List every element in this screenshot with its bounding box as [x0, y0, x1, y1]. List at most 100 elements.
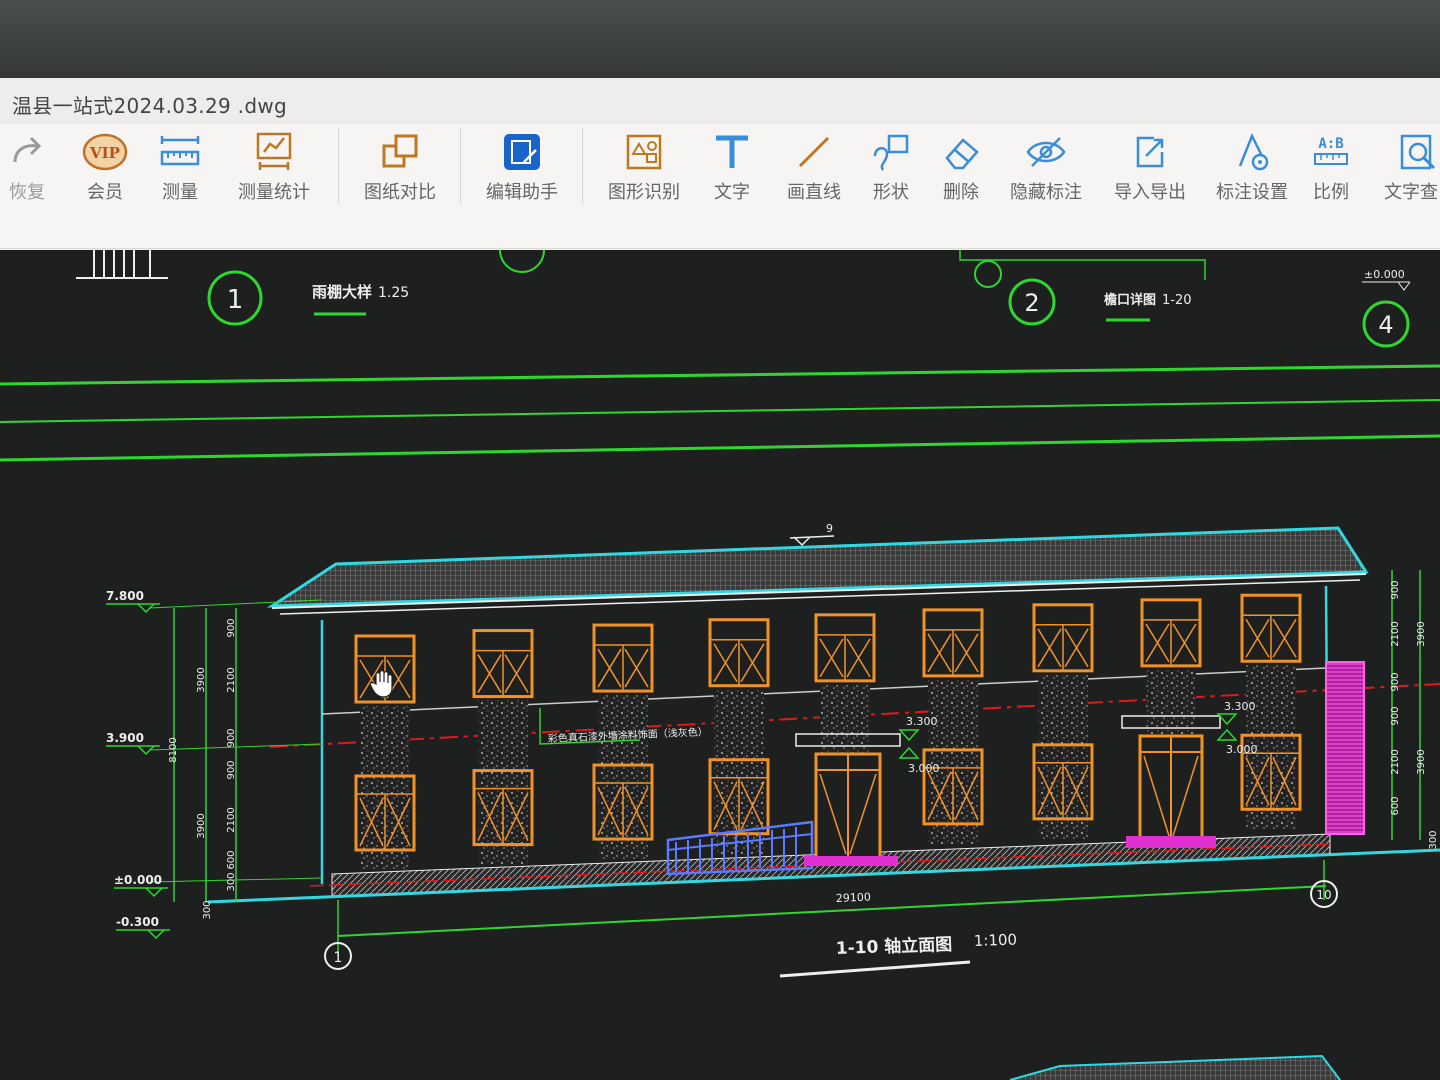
elevation-scale: 1:100	[974, 930, 1018, 949]
detail-label-4: 4 ±0.000	[1362, 268, 1411, 348]
hide-annotation-button[interactable]: 隐藏标注	[1006, 132, 1086, 204]
elevation-title-block: 1-10 轴立面图 1:100	[779, 930, 1018, 978]
toolbar: 恢复 VIP 会员 测量 测量统计 图纸对比 编辑助手 图形识别 文字 画直线 …	[0, 124, 1440, 249]
shape-recognize-icon	[626, 134, 662, 170]
import-export-button[interactable]: 导入导出	[1108, 132, 1192, 204]
upper-window	[1140, 598, 1202, 668]
shape-icon	[873, 134, 909, 171]
measure-stats-icon	[256, 132, 292, 170]
compare-label: 图纸对比	[364, 182, 436, 203]
next-drawing-edge	[1009, 1054, 1341, 1080]
level-label: ±0.000	[114, 873, 162, 887]
pan-hand-cursor	[369, 669, 393, 698]
left-dimension-label: 300	[226, 872, 237, 891]
edit-assistant-label: 编辑助手	[486, 182, 558, 203]
left-dimension-label: 900	[226, 618, 237, 637]
toolbar-separator	[338, 128, 339, 204]
redo-icon	[13, 136, 42, 163]
shape-button[interactable]: 形状	[866, 132, 916, 204]
scale-icon: A:B	[1314, 136, 1348, 165]
cad-drawing: 1 雨棚大样 1.25 2 檐口详图 1-20 4 ±0.000 9 彩色真石漆…	[0, 250, 1440, 1080]
scale-button[interactable]: A:B 比例	[1308, 132, 1354, 204]
detail-title-1: 雨棚大样	[312, 283, 372, 301]
upper-window	[1240, 593, 1302, 663]
draw-line-button[interactable]: 画直线	[782, 132, 846, 204]
detail-label-1: 1 雨棚大样 1.25	[207, 270, 409, 326]
left-dimension-label: 3900	[196, 813, 207, 838]
vip-icon: VIP	[82, 133, 128, 171]
elevation-title: 1-10 轴立面图	[835, 934, 952, 959]
hide-eye-icon	[1026, 137, 1066, 167]
text-icon	[716, 135, 748, 168]
vip-icon-text: VIP	[89, 144, 120, 162]
detail-scale-2: 1-20	[1162, 293, 1192, 308]
left-dimension-label: 2100	[226, 667, 237, 692]
text-label: 文字	[714, 182, 750, 203]
text-search-label: 文字查	[1384, 182, 1438, 203]
right-dimension-label: 2100	[1390, 621, 1401, 646]
level-label: 3.900	[106, 731, 144, 745]
inner-level-2: 3.000	[908, 762, 940, 775]
total-length: 29100	[836, 890, 872, 905]
measure-button[interactable]: 测量	[154, 132, 206, 204]
upper-window	[814, 613, 876, 683]
axis-end-label: 10	[1316, 888, 1331, 902]
right-dimension-label: 3900	[1416, 749, 1427, 774]
compare-icon	[382, 134, 418, 168]
eraser-icon	[945, 138, 979, 170]
delete-button[interactable]: 删除	[938, 132, 984, 204]
toolbar-separator	[582, 128, 583, 204]
detail-label-2: 2 檐口详图 1-20	[1008, 278, 1192, 326]
upper-window	[922, 608, 984, 678]
axis-start-label: 1	[334, 950, 343, 966]
right-dimension-label: 900	[1390, 706, 1401, 725]
file-title: 温县一站式2024.03.29 .dwg	[12, 94, 287, 118]
scale-icon-text: A:B	[1318, 136, 1343, 152]
edit-assistant-button[interactable]: 编辑助手	[480, 132, 564, 204]
left-dimension-label: 900	[226, 760, 237, 779]
title-bar: 温县一站式2024.03.29 .dwg	[0, 78, 1440, 124]
shape-label: 形状	[873, 182, 909, 203]
right-dimension-label: 2100	[1390, 749, 1401, 774]
vip-label: 会员	[87, 182, 123, 203]
annotation-settings-icon	[1238, 132, 1269, 171]
entrance-door-2	[1121, 715, 1221, 842]
text-search-button[interactable]: 文字查	[1382, 132, 1440, 204]
annotation-settings-label: 标注设置	[1216, 182, 1288, 203]
drawing-canvas[interactable]: 1 雨棚大样 1.25 2 檐口详图 1-20 4 ±0.000 9 彩色真石漆…	[0, 250, 1440, 1080]
detail-number-1: 1	[227, 285, 244, 315]
line-icon	[798, 136, 830, 168]
annotation-settings-button[interactable]: 标注设置	[1210, 132, 1294, 204]
right-dimension-label: 3900	[1416, 621, 1427, 646]
measure-label: 测量	[162, 182, 198, 203]
upper-window	[708, 618, 770, 688]
compare-button[interactable]: 图纸对比	[358, 132, 442, 204]
cad-edit-icon	[504, 134, 540, 170]
text-search-icon	[1400, 134, 1436, 170]
detail-number-4: 4	[1378, 311, 1393, 339]
monitor-bezel	[0, 0, 1440, 80]
detail-number-2: 2	[1024, 289, 1039, 317]
right-dimension-label: 600	[1390, 796, 1401, 815]
upper-window	[1032, 603, 1094, 673]
left-dimension-label: 900	[226, 728, 237, 747]
left-dimension-label: 2100	[226, 807, 237, 832]
level-marker	[116, 929, 170, 940]
vip-button[interactable]: VIP 会员	[78, 132, 132, 204]
text-button[interactable]: 文字	[708, 132, 756, 204]
detail-scale-1: 1.25	[378, 285, 409, 301]
redo-button[interactable]: 恢复	[2, 132, 52, 204]
scale-label: 比例	[1313, 182, 1349, 203]
ruler-icon	[160, 136, 200, 166]
ridge-mark: 9	[826, 522, 833, 535]
right-dimension-label: 900	[1390, 672, 1401, 691]
inner-level-3: 3.300	[1224, 700, 1256, 713]
shape-recognize-button[interactable]: 图形识别	[602, 132, 686, 204]
level-label: 7.800	[106, 589, 144, 603]
right-dimensions: 900 2100 900 3900 900 2100 600 3900 300	[1390, 570, 1439, 850]
measure-stats-button[interactable]: 测量统计	[232, 132, 316, 204]
import-export-label: 导入导出	[1114, 182, 1186, 203]
toolbar-separator	[460, 128, 461, 204]
reference-lines	[0, 364, 1440, 462]
detail-title-2: 檐口详图	[1104, 292, 1156, 308]
